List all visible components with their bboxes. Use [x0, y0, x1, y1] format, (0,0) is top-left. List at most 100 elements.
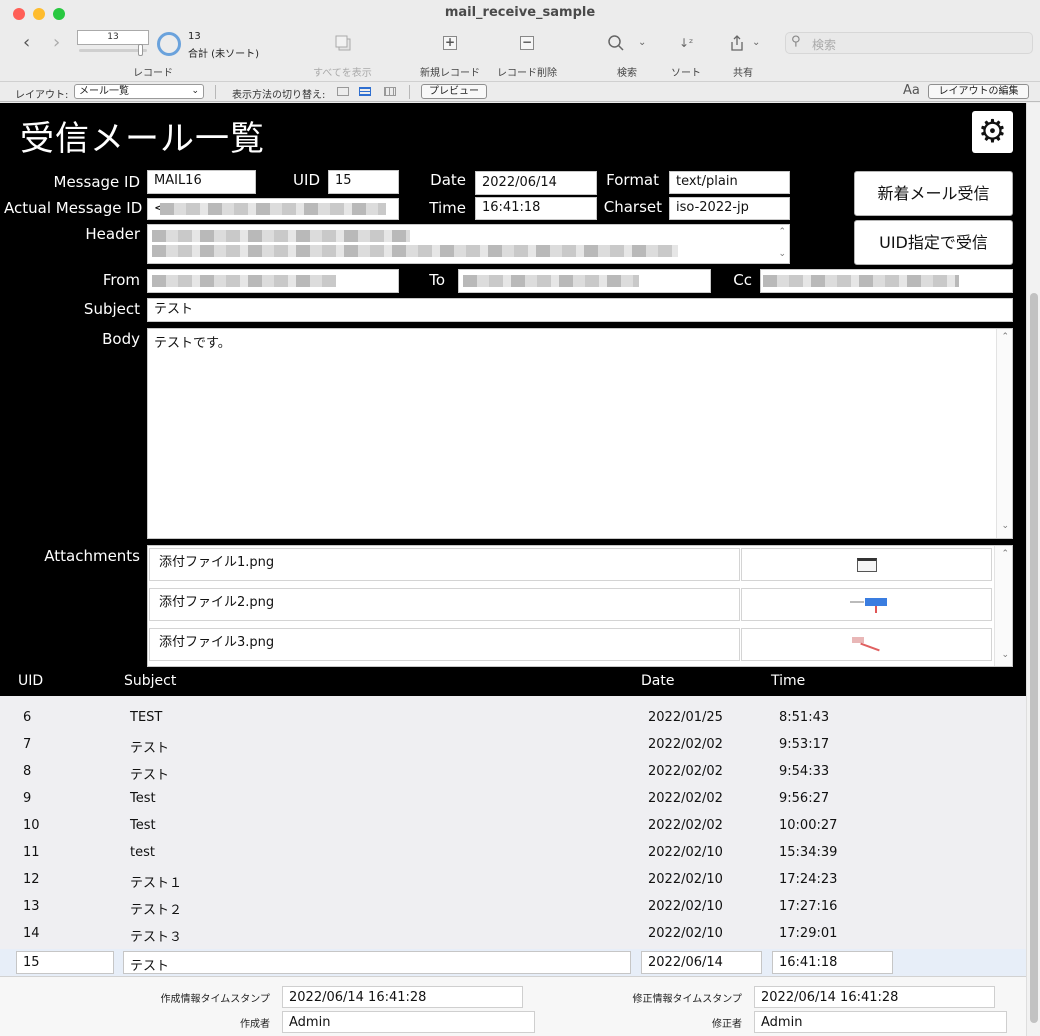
new-record-label[interactable]: 新規レコード [420, 64, 480, 79]
edit-layout-button[interactable]: レイアウトの編集 [928, 84, 1029, 99]
font-size-icon[interactable]: Aa [903, 83, 920, 98]
header-field[interactable]: ⌃ ⌄ [147, 224, 790, 264]
chevron-up-icon[interactable]: ⌃ [1001, 332, 1009, 342]
layout-select[interactable]: メール一覧 ⌄ [74, 84, 204, 99]
layout-bar: レイアウト: メール一覧 ⌄ 表示方法の切り替え: プレビュー Aa レイアウト… [0, 82, 1040, 102]
row-time: 9:56:27 [779, 791, 830, 806]
row-date: 2022/02/10 [648, 872, 723, 887]
charset-field[interactable]: iso-2022-jp [669, 197, 790, 220]
column-header-time[interactable]: Time [771, 673, 805, 689]
attachment-thumbnail[interactable] [741, 588, 992, 621]
redacted-text [463, 275, 639, 287]
list-row[interactable]: 10 Test 2022/02/02 10:00:27 [0, 812, 1026, 839]
format-field[interactable]: text/plain [669, 171, 790, 194]
date-field[interactable]: 2022/06/14 [475, 171, 597, 195]
receive-by-uid-button[interactable]: UID指定で受信 [854, 220, 1013, 265]
row-subject-field[interactable]: テスト [123, 951, 631, 974]
record-number-input[interactable]: 13 [77, 30, 149, 45]
scrollbar-thumb[interactable] [1030, 293, 1038, 1023]
from-field[interactable] [147, 269, 399, 293]
row-uid: 11 [23, 845, 40, 860]
actual-message-id-field[interactable]: < [147, 198, 399, 220]
row-time: 17:24:23 [779, 872, 838, 887]
chevron-down-icon[interactable]: ⌄ [638, 34, 646, 52]
time-field[interactable]: 16:41:18 [475, 197, 597, 220]
list-view-icon[interactable] [359, 87, 371, 96]
new-record-icon[interactable]: + [443, 36, 457, 50]
row-uid: 8 [23, 764, 32, 779]
creator-field[interactable]: Admin [282, 1011, 535, 1033]
delete-record-label[interactable]: レコード削除 [497, 64, 557, 79]
subject-label: Subject [83, 300, 140, 318]
attachments-scrollbar[interactable] [994, 546, 1012, 666]
show-all-label[interactable]: すべてを表示 [313, 64, 372, 79]
image-thumbnail [857, 558, 877, 572]
row-time: 17:29:01 [779, 926, 838, 941]
created-timestamp-label: 作成情報タイムスタンプ [160, 994, 271, 1005]
row-date-field[interactable]: 2022/06/14 [641, 951, 762, 974]
sort-label[interactable]: ソート [671, 64, 701, 79]
share-icon[interactable] [729, 34, 745, 56]
delete-record-icon[interactable]: − [520, 36, 534, 50]
image-thumbnail [875, 606, 877, 613]
find-label[interactable]: 検索 [617, 64, 637, 79]
body-scrollbar[interactable] [996, 329, 1012, 538]
attachment-thumbnail[interactable] [741, 628, 992, 661]
chevron-right-icon[interactable]: › [53, 34, 60, 52]
row-time-field[interactable]: 16:41:18 [772, 951, 893, 974]
attachment-name[interactable]: 添付ファイル2.png [149, 588, 740, 621]
list-row[interactable]: 9 Test 2022/02/02 9:56:27 [0, 785, 1026, 812]
chevron-down-icon[interactable]: ⌄ [752, 34, 760, 52]
record-count: 13 [188, 31, 201, 42]
list-row[interactable]: 6 TEST 2022/01/25 8:51:43 [0, 704, 1026, 731]
table-view-icon[interactable] [384, 87, 396, 96]
list-row[interactable]: 7 テスト 2022/02/02 9:53:17 [0, 731, 1026, 758]
show-all-icon[interactable] [334, 34, 352, 56]
column-header-uid[interactable]: UID [18, 673, 43, 689]
chevron-down-icon[interactable]: ⌄ [778, 249, 786, 259]
search-input[interactable]: ⚲ 検索 [785, 32, 1033, 54]
list-row[interactable]: 13 テスト２ 2022/02/10 17:27:16 [0, 893, 1026, 920]
record-slider[interactable] [79, 49, 147, 52]
form-view-icon[interactable] [337, 87, 349, 96]
attachment-name[interactable]: 添付ファイル3.png [149, 628, 740, 661]
list-row[interactable]: 14 テスト３ 2022/02/10 17:29:01 [0, 920, 1026, 947]
actual-message-id-label: Actual Message ID [4, 199, 143, 217]
chevron-down-icon[interactable]: ⌄ [1001, 521, 1009, 531]
cc-field[interactable] [760, 269, 1013, 293]
modified-timestamp-field[interactable]: 2022/06/14 16:41:28 [754, 986, 995, 1008]
body-field[interactable]: テストです。 ⌃ ⌄ [147, 328, 1013, 539]
chevron-up-icon[interactable]: ⌃ [1001, 549, 1009, 559]
gear-icon[interactable]: ⚙ [972, 111, 1013, 153]
column-header-date[interactable]: Date [641, 673, 674, 689]
receive-new-mail-button[interactable]: 新着メール受信 [854, 171, 1013, 216]
share-label[interactable]: 共有 [733, 64, 753, 79]
to-field[interactable] [458, 269, 711, 293]
list-row-current[interactable]: 15 テスト 2022/06/14 16:41:18 [0, 949, 1026, 976]
window-scrollbar[interactable] [1026, 103, 1040, 1036]
image-thumbnail [860, 642, 880, 652]
message-id-field[interactable]: MAIL16 [147, 170, 256, 194]
cc-label: Cc [733, 271, 752, 289]
row-date: 2022/02/02 [648, 818, 723, 833]
subject-field[interactable]: テスト [147, 298, 1013, 322]
row-uid-field[interactable]: 15 [16, 951, 114, 974]
attachment-thumbnail[interactable] [741, 548, 992, 581]
chevron-up-icon[interactable]: ⌃ [778, 227, 786, 237]
uid-field[interactable]: 15 [328, 170, 399, 194]
chevron-left-icon[interactable]: ‹ [23, 34, 30, 52]
record-slider-handle[interactable] [138, 44, 143, 56]
list-row[interactable]: 12 テスト１ 2022/02/10 17:24:23 [0, 866, 1026, 893]
chevron-down-icon[interactable]: ⌄ [1001, 650, 1009, 660]
preview-button[interactable]: プレビュー [421, 84, 487, 99]
attachment-name[interactable]: 添付ファイル1.png [149, 548, 740, 581]
modifier-field[interactable]: Admin [754, 1011, 1007, 1033]
created-timestamp-field[interactable]: 2022/06/14 16:41:28 [282, 986, 523, 1008]
magnifier-icon[interactable] [607, 34, 625, 56]
column-header-subject[interactable]: Subject [124, 673, 176, 689]
image-thumbnail [850, 601, 864, 603]
row-time: 15:34:39 [779, 845, 838, 860]
list-row[interactable]: 11 test 2022/02/10 15:34:39 [0, 839, 1026, 866]
list-row[interactable]: 8 テスト 2022/02/02 9:54:33 [0, 758, 1026, 785]
sort-icon[interactable]: ↓ᶻ [679, 34, 693, 52]
